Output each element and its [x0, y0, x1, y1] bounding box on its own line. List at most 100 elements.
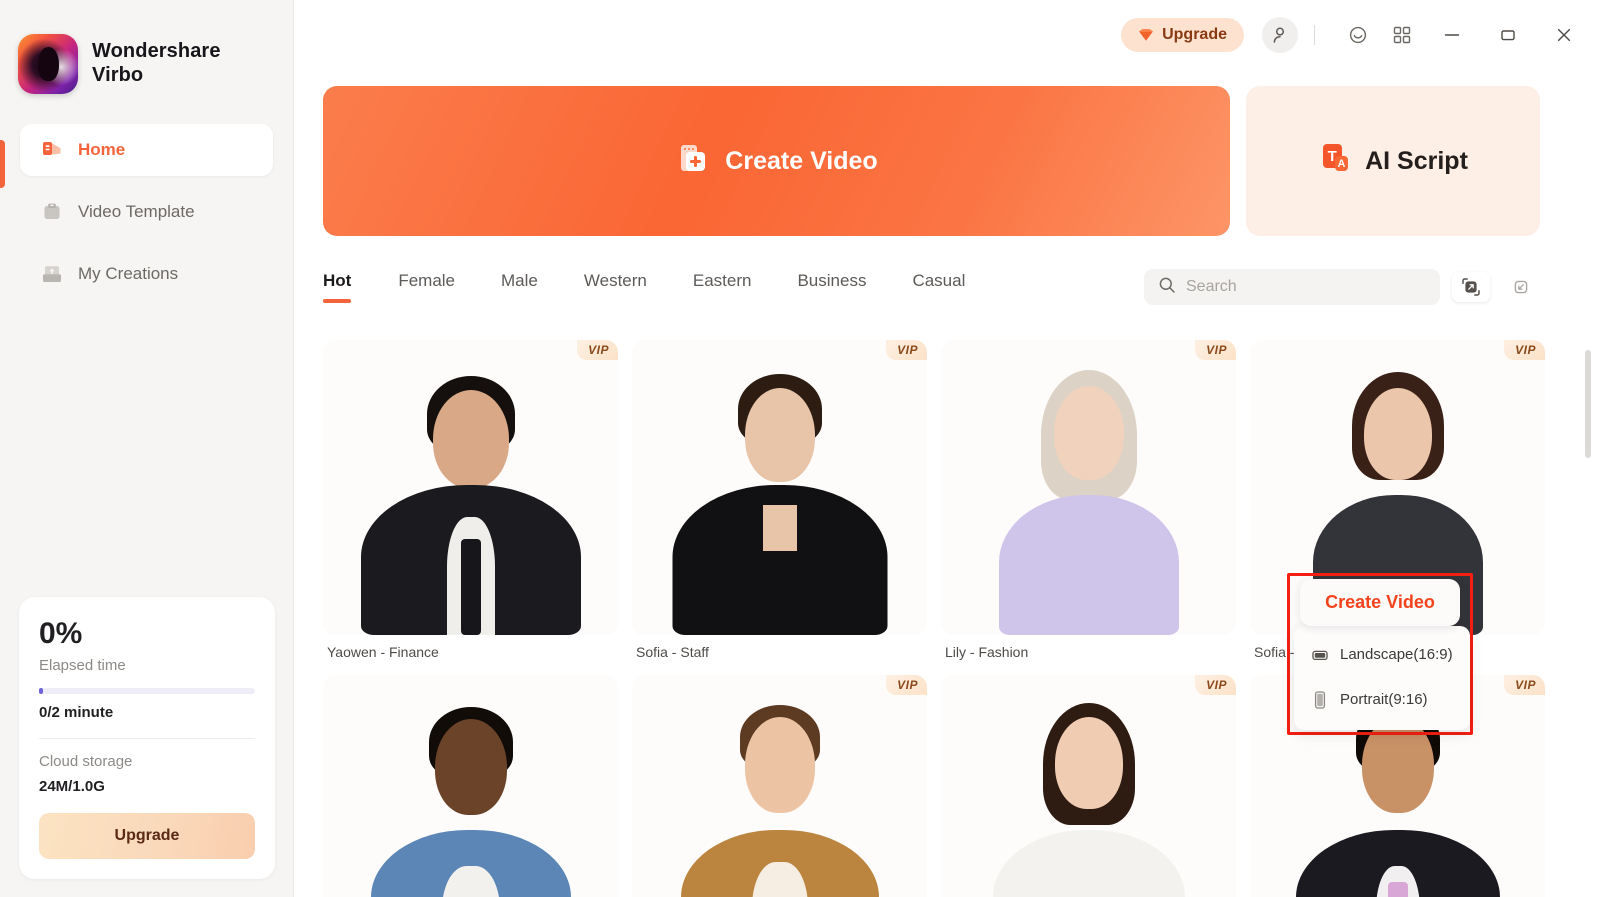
avatar-thumbnail: VIP	[632, 340, 927, 635]
vip-badge: VIP	[886, 675, 927, 695]
tab-casual[interactable]: Casual	[889, 271, 988, 303]
ai-script-icon: T A	[1318, 141, 1352, 182]
expand-view-icon[interactable]	[1452, 272, 1490, 302]
tab-eastern[interactable]: Eastern	[670, 271, 775, 303]
sidebar-nav: Home Video Template My Creations	[0, 124, 293, 300]
category-tabs: Hot Female Male Western Eastern Business…	[323, 271, 988, 303]
tab-hot[interactable]: Hot	[323, 271, 375, 303]
ai-script-label: AI Script	[1365, 146, 1468, 175]
titlebar-divider	[1314, 25, 1315, 45]
account-icon[interactable]	[1262, 17, 1298, 53]
menu-item-label: Portrait(9:16)	[1340, 691, 1428, 708]
avatar-card[interactable]: VIP	[941, 675, 1236, 897]
creations-box-icon	[40, 262, 64, 286]
tab-female[interactable]: Female	[375, 271, 478, 303]
search-icon	[1158, 276, 1176, 299]
maximize-icon[interactable]	[1491, 18, 1525, 52]
usage-divider	[39, 738, 255, 739]
sidebar-upgrade-button[interactable]: Upgrade	[39, 813, 255, 859]
sidebar-item-label: Home	[78, 140, 126, 159]
toolbar-right	[1144, 269, 1540, 305]
landscape-rect-icon	[1312, 648, 1328, 662]
avatar-caption: Lily - Fashion	[945, 644, 1029, 660]
sidebar: Wondershare Virbo Home Video Template My…	[0, 0, 294, 897]
avatar-card[interactable]: VIP Lily - Fashion	[941, 340, 1236, 660]
avatar-caption: Sofia - Staff	[636, 644, 709, 660]
vertical-scrollbar[interactable]	[1585, 350, 1591, 458]
close-icon[interactable]	[1547, 18, 1581, 52]
avatar-card[interactable]	[323, 675, 618, 897]
avatar-card[interactable]: VIP Sofia - Staff	[632, 340, 927, 660]
minimize-icon[interactable]	[1435, 18, 1469, 52]
create-video-plus-icon	[675, 140, 711, 183]
upgrade-button-label: Upgrade	[1162, 26, 1227, 43]
sidebar-item-home[interactable]: Home	[20, 124, 273, 176]
create-video-button[interactable]: Create Video	[323, 86, 1230, 236]
active-nav-indicator	[0, 140, 5, 188]
menu-item-label: Landscape(16:9)	[1340, 646, 1453, 663]
menu-item-landscape[interactable]: Landscape(16:9)	[1294, 632, 1470, 677]
vip-badge: VIP	[886, 340, 927, 360]
elapsed-progress-bar	[39, 688, 255, 694]
avatar-thumbnail: VIP	[941, 675, 1236, 897]
hero-actions: Create Video T A AI Script	[294, 86, 1599, 236]
brand-name: Wondershare Virbo	[92, 40, 221, 87]
avatar-thumbnail	[323, 675, 618, 897]
avatar-image	[323, 675, 618, 897]
portrait-rect-icon	[1312, 690, 1328, 709]
sidebar-item-my-creations[interactable]: My Creations	[20, 248, 273, 300]
tab-male[interactable]: Male	[478, 271, 561, 303]
avatar-thumbnail: VIP	[632, 675, 927, 897]
avatar-card[interactable]: VIP	[632, 675, 927, 897]
tab-business[interactable]: Business	[774, 271, 889, 303]
avatar-caption: Yaowen - Finance	[327, 644, 439, 660]
elapsed-time-value: 0/2 minute	[39, 704, 114, 721]
template-icon	[40, 200, 64, 224]
tab-western[interactable]: Western	[561, 271, 670, 303]
avatar-image	[632, 340, 927, 635]
avatar-image	[941, 675, 1236, 897]
brand: Wondershare Virbo	[0, 0, 293, 94]
vip-badge: VIP	[1195, 340, 1236, 360]
vip-badge: VIP	[1504, 340, 1545, 360]
gem-icon	[1138, 28, 1154, 42]
elapsed-time-label: Elapsed time	[39, 657, 126, 674]
avatar-image	[323, 340, 618, 635]
cloud-storage-value: 24M/1.0G	[39, 778, 105, 795]
svg-text:A: A	[1338, 158, 1346, 170]
brand-name-line2: Virbo	[92, 64, 144, 86]
home-flag-icon	[40, 138, 64, 162]
avatar-image	[632, 675, 927, 897]
upgrade-button[interactable]: Upgrade	[1121, 18, 1244, 52]
help-circle-icon[interactable]	[1341, 18, 1375, 52]
sidebar-item-label: My Creations	[78, 264, 179, 283]
aspect-ratio-menu: Landscape(16:9) Portrait(9:16)	[1294, 626, 1470, 730]
elapsed-progress-fill	[39, 688, 43, 694]
menu-item-portrait[interactable]: Portrait(9:16)	[1294, 677, 1470, 722]
cloud-storage-label: Cloud storage	[39, 753, 133, 770]
titlebar: Upgrade	[294, 0, 1599, 70]
sidebar-item-label: Video Template	[78, 202, 195, 221]
main-content: Upgrade Create Video T A AI Script Hot F…	[294, 0, 1599, 897]
vip-badge: VIP	[1504, 675, 1545, 695]
vip-badge: VIP	[577, 340, 618, 360]
avatar-thumbnail: VIP	[323, 340, 618, 635]
category-toolbar: Hot Female Male Western Eastern Business…	[294, 269, 1599, 305]
avatar-image	[941, 340, 1236, 635]
popup-create-video-button[interactable]: Create Video	[1300, 579, 1460, 626]
ai-script-button[interactable]: T A AI Script	[1246, 86, 1540, 236]
avatar-thumbnail: VIP	[941, 340, 1236, 635]
search-input[interactable]	[1186, 278, 1426, 296]
avatar-card[interactable]: VIP Yaowen - Finance	[323, 340, 618, 660]
apps-grid-icon[interactable]	[1385, 18, 1419, 52]
collapse-view-icon[interactable]	[1502, 272, 1540, 302]
virbo-logo-icon	[18, 34, 78, 94]
sidebar-item-video-template[interactable]: Video Template	[20, 186, 273, 238]
app-window: Wondershare Virbo Home Video Template My…	[0, 0, 1599, 897]
create-video-label: Create Video	[725, 146, 878, 175]
search-box[interactable]	[1144, 269, 1440, 305]
brand-name-line1: Wondershare	[92, 40, 221, 63]
usage-card: 0% Elapsed time 0/2 minute Cloud storage…	[19, 597, 275, 879]
vip-badge: VIP	[1195, 675, 1236, 695]
usage-percent: 0%	[39, 617, 83, 650]
